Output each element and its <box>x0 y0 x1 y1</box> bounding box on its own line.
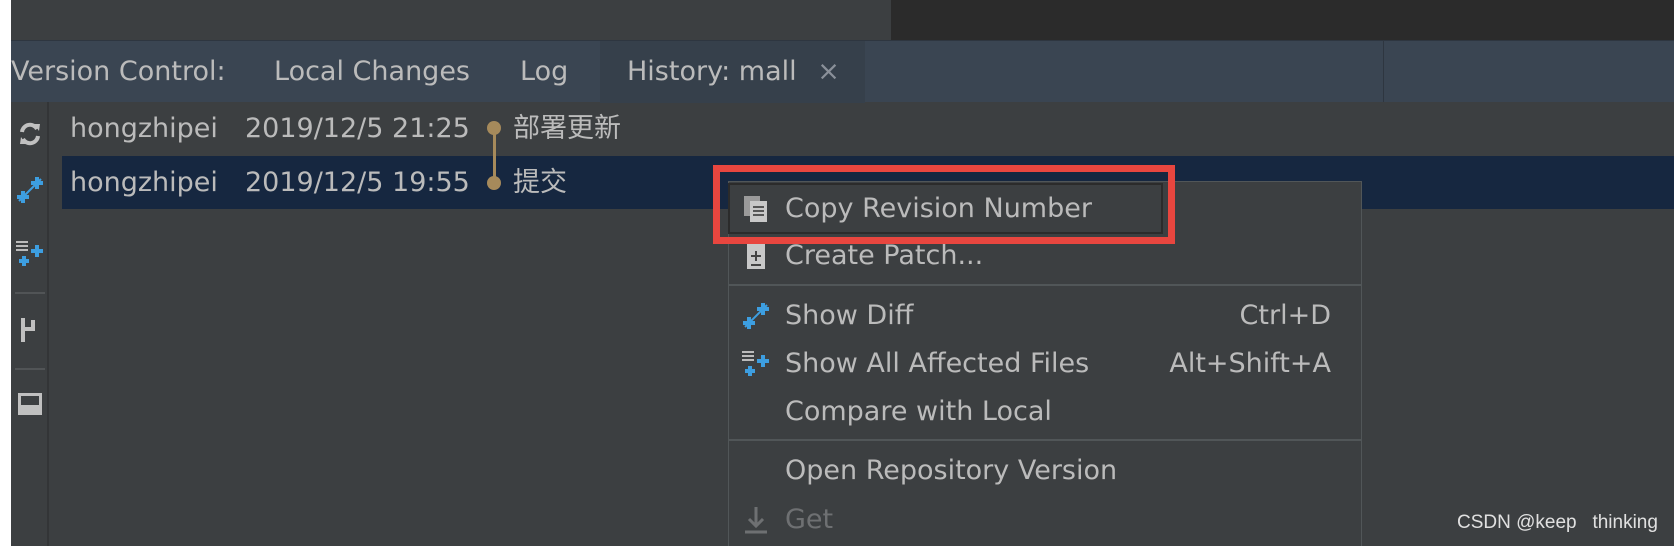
image-border <box>0 0 11 546</box>
editor-area <box>11 0 891 40</box>
shortcut: Ctrl+D <box>1239 300 1331 331</box>
commit-message: 部署更新 <box>513 113 621 144</box>
menu-item-show-diff[interactable]: Show Diff Ctrl+D <box>729 293 1361 339</box>
branch-icon[interactable] <box>11 312 49 348</box>
patch-icon <box>747 243 765 269</box>
shortcut: Alt+Shift+A <box>1169 348 1331 379</box>
close-icon[interactable]: × <box>817 56 840 87</box>
refresh-icon[interactable] <box>11 116 49 152</box>
panel-icon[interactable] <box>11 386 49 422</box>
left-toolbar <box>11 102 49 546</box>
menu-item-compare-with-local[interactable]: Compare with Local <box>729 389 1361 435</box>
date: 2019/12/5 21:25 <box>245 113 470 144</box>
tab-label: History: mall <box>627 56 797 87</box>
show-diff-icon[interactable] <box>11 172 49 208</box>
date: 2019/12/5 19:55 <box>245 167 470 198</box>
toolbar-separator <box>15 292 45 294</box>
affected-files-icon <box>742 351 769 376</box>
tab-log[interactable]: Log <box>520 41 568 103</box>
menu-item-show-all-affected-files[interactable]: Show All Affected Files Alt+Shift+A <box>729 341 1361 387</box>
version-control-label: Version Control: <box>11 56 226 87</box>
diff-icon <box>743 303 769 329</box>
watermark: CSDN @keep thinking <box>1457 512 1658 533</box>
menu-item-get[interactable]: Get <box>729 497 1361 543</box>
author: hongzhipei <box>70 113 218 144</box>
menu-item-open-repository-version[interactable]: Open Repository Version <box>729 448 1361 494</box>
show-all-affected-icon[interactable] <box>11 236 49 272</box>
tool-window-tabbar: Version Control: Local Changes Log Histo… <box>11 40 1674 103</box>
toolbar-separator <box>15 368 45 370</box>
annotation-highlight-box <box>713 165 1175 244</box>
tab-local-changes[interactable]: Local Changes <box>274 41 470 103</box>
author: hongzhipei <box>70 167 218 198</box>
commit-node <box>487 176 501 190</box>
tab-history-mall[interactable]: History: mall × <box>600 41 865 103</box>
editor-area-dark <box>891 0 1674 40</box>
menu-separator <box>729 439 1361 441</box>
divider <box>1383 40 1384 102</box>
history-row[interactable]: hongzhipei 2019/12/5 21:25 部署更新 <box>62 102 1674 155</box>
commit-node <box>487 121 501 135</box>
commit-message: 提交 <box>513 167 567 198</box>
menu-separator <box>729 284 1361 286</box>
download-icon <box>745 507 767 534</box>
